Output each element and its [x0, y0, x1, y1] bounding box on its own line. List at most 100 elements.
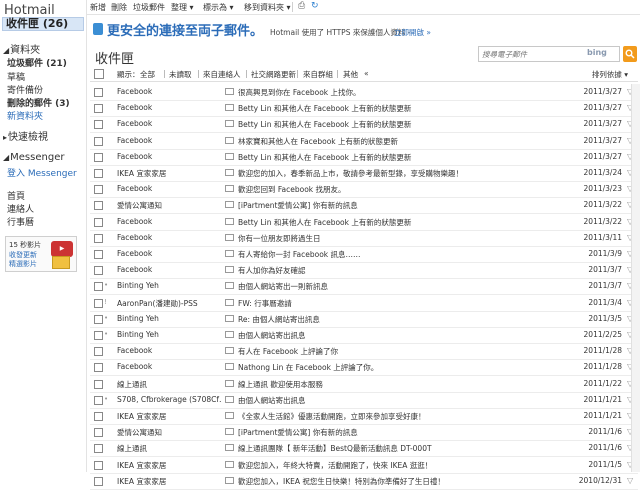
message-subject[interactable]: 《全家人生活館》優惠活動開跑，立即來參加享受好康！ [238, 411, 588, 422]
sidebar-item-inbox[interactable]: 收件匣 (26) [2, 17, 84, 31]
message-row[interactable]: 線上通訊線上通訊 歡迎使用本服務2011/1/22▽ [90, 376, 638, 393]
row-checkbox[interactable] [94, 185, 103, 195]
message-subject[interactable]: 線上通訊 歡迎使用本服務 [238, 379, 588, 390]
collapse-caret-icon[interactable]: ◢ [3, 46, 9, 55]
message-row[interactable]: IKEA 宜家家居 歡迎您的加入，春季新品上市，敬請參考最新型錄，享受購物樂趣！ 2… [90, 165, 638, 182]
message-sender[interactable]: Binting Yeh [117, 314, 221, 323]
message-sender[interactable]: Binting Yeh [117, 330, 221, 339]
expand-caret-icon[interactable]: ▸ [3, 133, 7, 142]
message-sender[interactable]: Facebook [117, 152, 221, 161]
message-subject[interactable]: 很高興見到你在 Facebook 上找你。 [238, 87, 588, 98]
message-sender[interactable]: IKEA 宜家家居 [117, 168, 221, 179]
row-checkbox[interactable] [94, 379, 103, 389]
row-checkbox[interactable] [94, 412, 103, 421]
row-checkbox[interactable] [94, 88, 103, 97]
message-subject[interactable]: Betty Lin 和其他人在 Facebook 上有新的狀態更新 [238, 103, 588, 114]
filter-social[interactable]: 社交網路更新 [251, 69, 296, 80]
message-sender[interactable]: Binting Yeh [117, 281, 221, 290]
row-checkbox[interactable] [94, 250, 103, 259]
message-row[interactable]: •Binting Yeh由個人網站寄出一則新訊息2011/3/7▽ [90, 278, 638, 296]
folders-header[interactable]: ◢資料夾 [3, 41, 40, 56]
sidebar-item-deleted[interactable]: 刪除的郵件 (3) [7, 96, 70, 109]
message-row[interactable]: Facebook Betty Lin 和其他人在 Facebook 上有新的狀態更… [90, 116, 638, 134]
row-checkbox[interactable] [94, 104, 103, 114]
select-all-checkbox[interactable] [94, 69, 104, 79]
message-sender[interactable]: Facebook [117, 217, 221, 226]
refresh-icon[interactable]: ↻ [311, 1, 319, 11]
message-row[interactable]: IKEA 宜家家居 《全家人生活館》優惠活動開跑，立即來參加享受好康！ 2011/1… [90, 408, 638, 425]
mark-as-dropdown[interactable]: 標示為 ▾ [203, 2, 234, 13]
sidebar-item-sent[interactable]: 寄件備份 [7, 83, 43, 96]
message-subject[interactable]: 歡迎您加入，年終大特賣，活動開跑了，快來 IKEA 逛逛！ [238, 460, 588, 471]
message-subject[interactable]: Nathong Lin 在 Facebook 上評論了你。 [238, 362, 588, 373]
message-row[interactable]: •Binting Yeh由個人網站寄出訊息2011/2/25▽ [90, 327, 638, 344]
message-row[interactable]: Facebook有人在 Facebook 上評論了你2011/1/28▽ [90, 343, 638, 361]
sidebar-item-drafts[interactable]: 草稿 [7, 70, 25, 83]
row-checkbox[interactable] [94, 428, 103, 438]
row-checkbox[interactable] [94, 136, 103, 146]
row-checkbox[interactable] [94, 217, 103, 227]
message-sender[interactable]: Facebook [117, 184, 221, 193]
move-to-dropdown[interactable]: 移到資料夾 ▾ [244, 2, 291, 13]
message-row[interactable]: !AaronPan(潘建勛)-PSSFW: 行事曆邀請2011/3/4▽ [90, 295, 638, 312]
message-subject[interactable]: 歡迎您的加入，春季新品上市，敬請參考最新型錄，享受購物樂趣！ [238, 168, 588, 179]
row-checkbox[interactable] [94, 314, 103, 324]
message-sender[interactable]: 愛情公寓通知 [117, 427, 221, 438]
message-row[interactable]: 線上通訊 線上通訊團隊【 新年活動】BestQ最新活動訊息 DT-000T 2011… [90, 440, 638, 458]
message-subject[interactable]: 有人寄給你一封 Facebook 訊息…… [238, 249, 588, 260]
arrange-by-dropdown[interactable]: 排列依據 ▾ [592, 69, 628, 80]
row-checkbox[interactable] [94, 282, 103, 292]
delete-button[interactable]: 刪除 [111, 2, 127, 13]
message-row[interactable]: 愛情公寓通知[iPartment愛情公寓] 你有新的訊息2011/3/22▽ [90, 197, 638, 215]
brand-logo[interactable]: Hotmail [4, 3, 55, 18]
row-checkbox[interactable] [94, 233, 103, 243]
row-checkbox[interactable] [94, 152, 103, 162]
message-sender[interactable]: Facebook [117, 233, 221, 242]
message-subject[interactable]: 林家寶和其他人在 Facebook 上有新的狀態更新 [238, 136, 588, 147]
message-row[interactable]: 愛情公寓通知[iPartment愛情公寓] 你有新的訊息2011/1/6▽ [90, 424, 638, 442]
message-subject[interactable]: 由個人網站寄出一則新訊息 [238, 281, 588, 292]
message-row[interactable]: Facebook很高興見到你在 Facebook 上找你。2011/3/27▽ [90, 84, 638, 101]
message-row[interactable]: Facebook Betty Lin 和其他人在 Facebook 上有新的狀態更… [90, 100, 638, 118]
message-sender[interactable]: IKEA 宜家家居 [117, 411, 221, 422]
row-checkbox[interactable] [94, 331, 103, 340]
message-subject[interactable]: Betty Lin 和其他人在 Facebook 上有新的狀態更新 [238, 217, 588, 228]
message-row[interactable]: IKEA 宜家家居 歡迎您加入，年終大特賣，活動開跑了，快來 IKEA 逛逛！ 20… [90, 457, 638, 474]
message-subject[interactable]: 由個人網站寄出訊息 [238, 330, 588, 341]
new-folder-link[interactable]: 新資料夾 [7, 109, 43, 122]
promo-ad[interactable]: 15 秒影片 收發更新 精選影片 ▶ [5, 236, 77, 272]
quick-views-header[interactable]: ▸快速檢視 [3, 128, 48, 143]
message-subject[interactable]: [iPartment愛情公寓] 你有新的訊息 [238, 427, 588, 438]
messenger-header[interactable]: ◢Messenger [3, 152, 64, 163]
flag-icon[interactable]: ▽ [627, 476, 633, 485]
message-subject[interactable]: FW: 行事曆邀請 [238, 298, 588, 309]
message-sender[interactable]: IKEA 宜家家居 [117, 460, 221, 471]
row-checkbox[interactable] [94, 460, 103, 470]
filter-other[interactable]: 其他 [343, 69, 358, 80]
message-sender[interactable]: AaronPan(潘建勛)-PSS [117, 298, 221, 309]
row-checkbox[interactable] [94, 395, 103, 405]
home-link[interactable]: 首頁 [7, 189, 25, 202]
calendar-link[interactable]: 行事曆 [7, 215, 34, 228]
message-sender[interactable]: Facebook [117, 87, 221, 96]
message-sender[interactable]: Facebook [117, 119, 221, 128]
message-sender[interactable]: IKEA 宜家家居 [117, 476, 221, 487]
message-row[interactable]: Facebook Betty Lin 和其他人在 Facebook 上有新的狀態更… [90, 149, 638, 166]
row-checkbox[interactable] [94, 120, 103, 130]
contacts-link[interactable]: 連絡人 [7, 202, 34, 215]
filter-all[interactable]: 全部 [140, 69, 155, 80]
message-row[interactable]: Facebook你有一位朋友即將過生日2011/3/11▽ [90, 230, 638, 247]
message-subject[interactable]: Re: 由個人網站寄出訊息 [238, 314, 588, 325]
message-subject[interactable]: 歡迎您回到 Facebook 找朋友。 [238, 184, 588, 195]
row-checkbox[interactable] [94, 347, 103, 357]
filter-groups[interactable]: 來自群組 [303, 69, 333, 80]
message-subject[interactable]: 線上通訊團隊【 新年活動】BestQ最新活動訊息 DT-000T [238, 443, 588, 454]
message-sender[interactable]: Facebook [117, 249, 221, 258]
search-button[interactable] [623, 46, 637, 62]
new-button[interactable]: 新增 [90, 2, 106, 13]
filter-unread[interactable]: 未讀取 [169, 69, 192, 80]
message-subject[interactable]: 歡迎您加入，IKEA 祝您生日快樂！特別為你準備好了生日禮！ [238, 476, 588, 487]
message-row[interactable]: Facebook Nathong Lin 在 Facebook 上評論了你。 201… [90, 359, 638, 377]
row-checkbox[interactable] [94, 444, 103, 454]
messenger-signin-link[interactable]: 登入 Messenger [7, 166, 77, 179]
